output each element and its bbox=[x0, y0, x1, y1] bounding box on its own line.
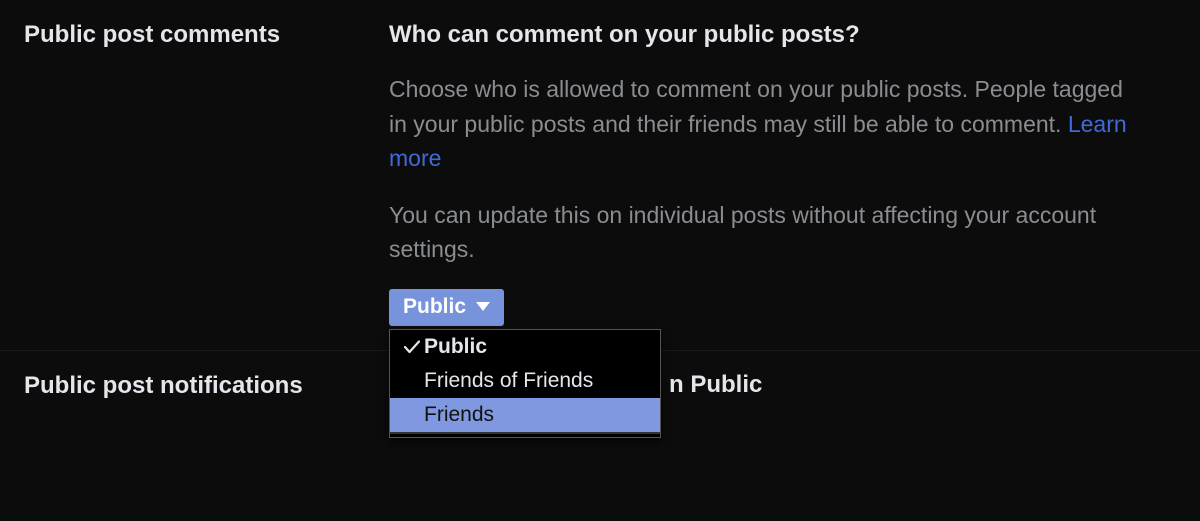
audience-option-friends-of-friends[interactable]: Friends of Friends bbox=[390, 364, 660, 398]
audience-option-friends[interactable]: Friends bbox=[390, 398, 660, 432]
audience-dropdown-menu: Public Friends of Friends Friends bbox=[389, 329, 661, 438]
section-title-comments: Public post comments bbox=[24, 20, 389, 50]
description-paragraph-2: You can update this on individual posts … bbox=[389, 198, 1136, 267]
description-text-1: Choose who is allowed to comment on your… bbox=[389, 76, 1123, 137]
section-left: Public post comments bbox=[24, 20, 389, 326]
audience-dropdown-button[interactable]: Public bbox=[389, 289, 504, 326]
section-right: Who can comment on your public posts? Ch… bbox=[389, 20, 1176, 326]
audience-option-label: Friends of Friends bbox=[424, 369, 593, 393]
audience-option-label: Public bbox=[424, 335, 487, 359]
audience-dropdown: Public Public Friends of Friends bbox=[389, 289, 504, 326]
audience-option-label: Friends bbox=[424, 403, 494, 427]
public-post-comments-section: Public post comments Who can comment on … bbox=[0, 0, 1200, 350]
description-paragraph-1: Choose who is allowed to comment on your… bbox=[389, 72, 1136, 176]
question-title: Who can comment on your public posts? bbox=[389, 20, 1136, 50]
checkmark-icon bbox=[400, 340, 424, 354]
section-left: Public post notifications bbox=[24, 371, 389, 401]
audience-option-public[interactable]: Public bbox=[390, 330, 660, 364]
menu-bottom-border bbox=[390, 432, 660, 437]
caret-down-icon bbox=[476, 302, 490, 311]
section-title-notifications: Public post notifications bbox=[24, 371, 389, 401]
audience-dropdown-selected-label: Public bbox=[403, 295, 466, 319]
